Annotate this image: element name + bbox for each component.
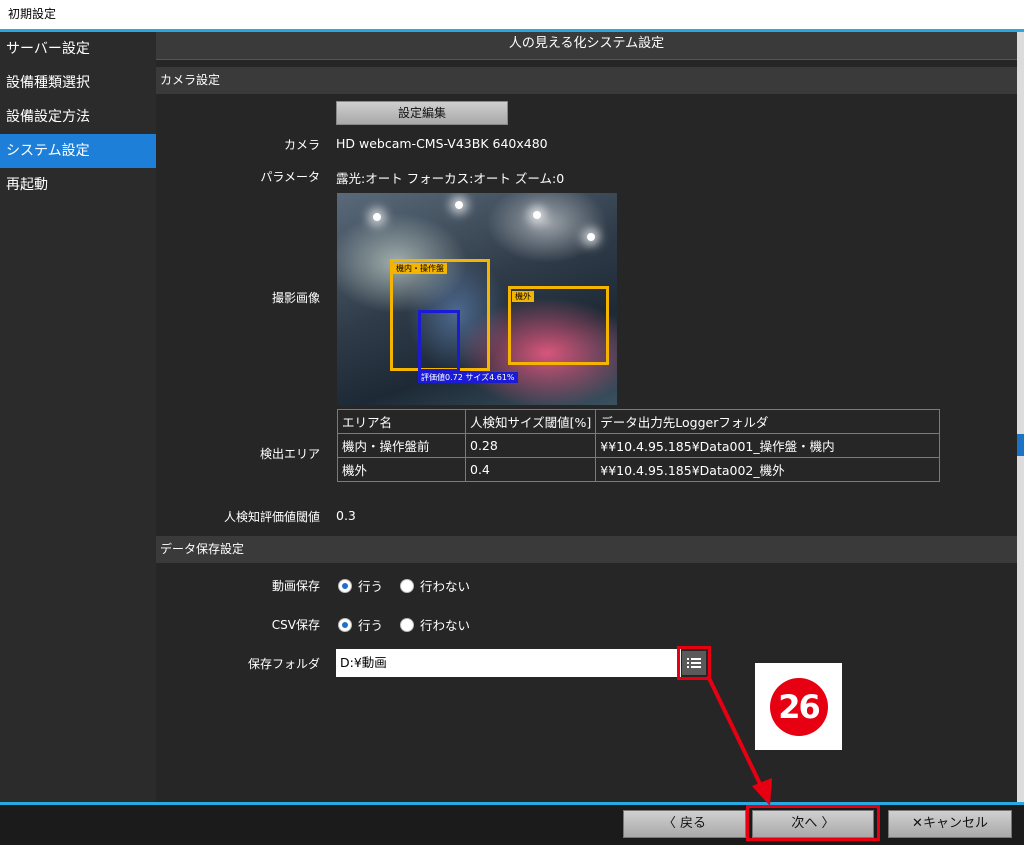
sidebar-item-server[interactable]: サーバー設定 <box>0 32 156 66</box>
table-cell: ¥¥10.4.95.185¥Data001_操作盤・機内 <box>595 433 941 458</box>
window-title: 初期設定 <box>0 0 1024 30</box>
table-cell: 機外 <box>337 457 466 482</box>
radio-selected-icon[interactable] <box>338 578 352 593</box>
captured-image-label: 撮影画像 <box>271 291 320 305</box>
sidebar: サーバー設定 設備種類選択 設備設定方法 システム設定 再起動 <box>0 32 156 802</box>
edit-settings-button[interactable]: 設定編集 <box>336 101 508 125</box>
page-title: 人の見える化システム設定 <box>156 32 1017 60</box>
ceiling-light <box>455 201 463 209</box>
step-number: 26 <box>769 677 828 736</box>
table-row[interactable]: 機内・操作盤前 0.28 ¥¥10.4.95.185¥Data001_操作盤・機… <box>337 433 941 458</box>
camera-preview-image: 機内・操作盤 機外 評価値0.72 サイズ4.61% <box>337 193 617 405</box>
list-icon <box>687 658 701 668</box>
cancel-button[interactable]: ✕キャンセル <box>888 810 1012 838</box>
radio-label: 行う <box>358 579 384 594</box>
csv-save-no-radio[interactable]: 行わない <box>400 615 470 634</box>
video-save-no-radio[interactable]: 行わない <box>400 576 470 595</box>
camera-label: カメラ <box>283 138 320 152</box>
camera-section-header: カメラ設定 <box>156 67 1017 94</box>
ceiling-light <box>587 233 595 241</box>
radio-unselected-icon[interactable] <box>400 617 414 632</box>
table-cell: 機内・操作盤前 <box>337 433 466 458</box>
sidebar-item-equipment-type[interactable]: 設備種類選択 <box>0 66 156 100</box>
detection-area-label: 検出エリア <box>259 447 320 461</box>
radio-selected-icon[interactable] <box>338 617 352 632</box>
person-detection-tag: 評価値0.72 サイズ4.61% <box>418 372 518 383</box>
parameter-label: パラメータ <box>260 170 320 184</box>
video-save-label: 動画保存 <box>271 579 320 593</box>
zone-inside-tag: 機内・操作盤 <box>393 263 447 274</box>
data-section-header: データ保存設定 <box>156 536 1017 563</box>
ceiling-light <box>533 211 541 219</box>
table-header: データ出力先Loggerフォルダ <box>595 409 941 434</box>
radio-unselected-icon[interactable] <box>400 578 414 593</box>
table-header: 人検知サイズ閾値[%] <box>464 409 597 434</box>
person-detection-box <box>418 310 460 372</box>
detection-area-table: エリア名 人検知サイズ閾値[%] データ出力先Loggerフォルダ 機内・操作盤… <box>337 409 941 482</box>
browse-highlight <box>677 646 711 680</box>
radio-label: 行わない <box>420 618 471 633</box>
scrollbar[interactable] <box>1017 32 1024 802</box>
main-panel: 人の見える化システム設定 カメラ設定 設定編集 カメラ HD webcam-CM… <box>156 32 1017 802</box>
threshold-label: 人検知評価値閾値 <box>223 510 320 524</box>
radio-label: 行う <box>358 618 384 633</box>
parameter-value: 露光:オート フォーカス:オート ズーム:0 <box>336 171 565 186</box>
csv-save-label: CSV保存 <box>271 618 320 632</box>
table-cell: 0.28 <box>464 433 597 458</box>
zone-outside-tag: 機外 <box>512 291 534 302</box>
ceiling-light <box>373 213 381 221</box>
save-folder-label: 保存フォルダ <box>247 657 320 671</box>
threshold-value: 0.3 <box>336 508 356 523</box>
step-number-badge: 26 <box>755 663 842 750</box>
radio-label: 行わない <box>420 579 471 594</box>
sidebar-item-system[interactable]: システム設定 <box>0 134 156 168</box>
table-header: エリア名 <box>337 409 466 434</box>
sidebar-item-equipment-method[interactable]: 設備設定方法 <box>0 100 156 134</box>
camera-value: HD webcam-CMS-V43BK 640x480 <box>336 136 548 151</box>
browse-folder-button[interactable] <box>682 651 706 675</box>
back-button[interactable]: 〈 戻る <box>623 810 746 838</box>
table-row[interactable]: 機外 0.4 ¥¥10.4.95.185¥Data002_機外 <box>337 457 941 482</box>
table-cell: 0.4 <box>464 457 597 482</box>
save-folder-input[interactable]: D:¥動画 <box>336 649 681 677</box>
table-cell: ¥¥10.4.95.185¥Data002_機外 <box>595 457 941 482</box>
csv-save-yes-radio[interactable]: 行う <box>338 615 383 634</box>
video-save-yes-radio[interactable]: 行う <box>338 576 383 595</box>
sidebar-item-restart[interactable]: 再起動 <box>0 168 156 202</box>
next-button[interactable]: 次へ 〉 <box>752 810 874 838</box>
table-header-row: エリア名 人検知サイズ閾値[%] データ出力先Loggerフォルダ <box>337 409 941 434</box>
scrollbar-marker <box>1017 434 1024 456</box>
